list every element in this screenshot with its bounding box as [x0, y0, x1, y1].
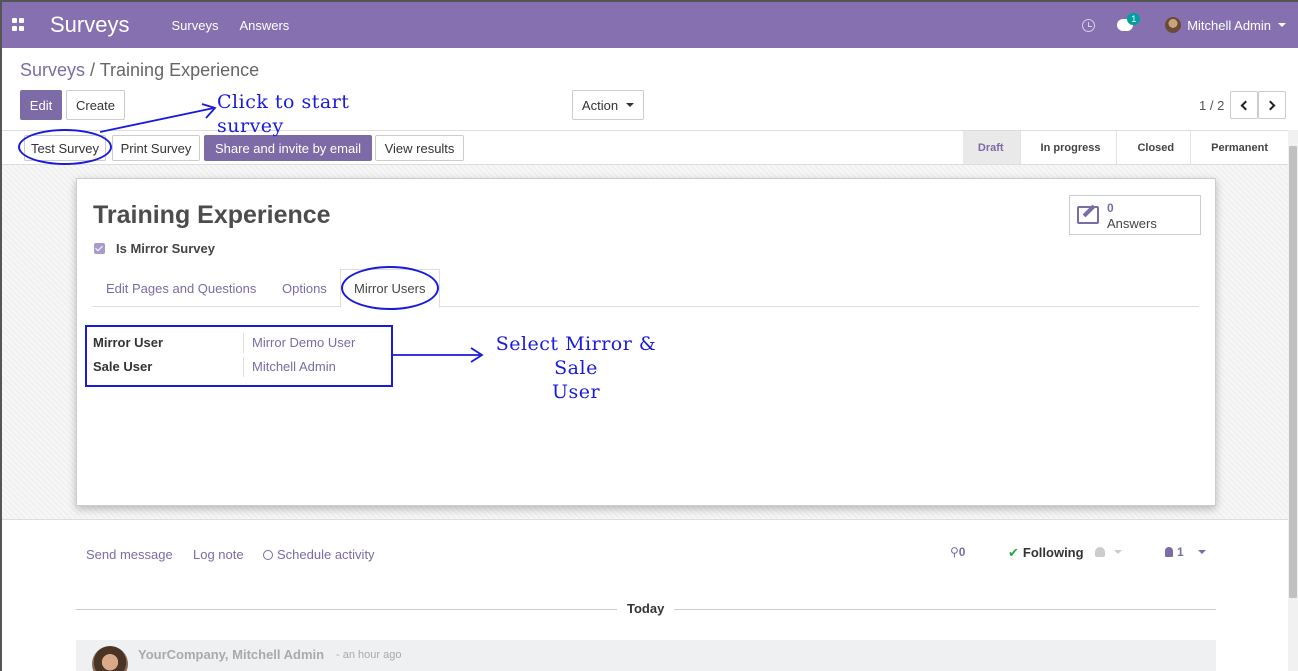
attachments-count: 0 [958, 545, 966, 559]
chat-badge: 1 [1127, 13, 1141, 25]
stage-in-progress[interactable]: In progress [1019, 131, 1117, 164]
menu-surveys[interactable]: Surveys [171, 18, 218, 33]
stage-closed[interactable]: Closed [1116, 131, 1190, 164]
paperclip-icon: ⚲ [950, 545, 959, 559]
annotation-rect-fields [85, 325, 393, 387]
mirror-survey-checkbox[interactable] [94, 243, 105, 254]
answers-stat-button[interactable]: 0 Answers [1069, 195, 1201, 235]
apps-menu-icon[interactable] [12, 18, 26, 32]
breadcrumb-current: Training Experience [99, 60, 260, 80]
following-button[interactable]: ✔ Following [1008, 545, 1084, 561]
breadcrumb-separator: / [85, 60, 100, 80]
navbar-systray: 1 Mitchell Admin [1082, 2, 1286, 48]
person-icon [1165, 547, 1173, 557]
print-survey-button[interactable]: Print Survey [112, 135, 200, 161]
arrow-head-start [201, 103, 217, 119]
stage-draft[interactable]: Draft [962, 131, 1020, 164]
followers-button[interactable]: 1 [1165, 545, 1184, 559]
user-avatar[interactable] [1165, 17, 1182, 33]
followers-count: 1 [1177, 545, 1184, 559]
breadcrumb: Surveys / Training Experience [20, 60, 259, 81]
subscription-caret-icon[interactable] [1114, 550, 1122, 554]
main-menu: Surveys Answers [171, 18, 310, 33]
view-results-button[interactable]: View results [375, 135, 464, 161]
following-label: Following [1022, 545, 1084, 560]
message-item: YourCompany, Mitchell Admin - an hour ag… [76, 640, 1216, 671]
annotation-start-survey: Click to start survey [217, 91, 350, 137]
clock-icon [263, 550, 273, 560]
edit-button[interactable]: Edit [20, 90, 62, 120]
action-caret-icon [626, 103, 635, 107]
message-time: - an hour ago [336, 649, 402, 661]
top-navbar: Surveys Surveys Answers 1 Mitchell Admin [2, 0, 1298, 48]
pager-previous-button[interactable] [1230, 91, 1258, 119]
app-title: Surveys [50, 12, 130, 37]
check-icon: ✔ [1008, 545, 1019, 560]
pager-next-button[interactable] [1258, 91, 1286, 119]
tab-edit-pages[interactable]: Edit Pages and Questions [93, 269, 269, 307]
schedule-activity-label: Schedule activity [277, 547, 375, 562]
edit-pencil-icon [1077, 206, 1099, 224]
mirror-survey-label: Is Mirror Survey [116, 241, 215, 256]
followers-caret-icon[interactable] [1198, 550, 1206, 554]
action-label: Action [581, 97, 619, 113]
author-avatar[interactable] [92, 646, 128, 671]
pager-value[interactable]: 1 / 2 [1199, 98, 1224, 113]
tab-options[interactable]: Options [269, 269, 340, 307]
message-author[interactable]: YourCompany, Mitchell Admin [138, 647, 324, 662]
scrollbar-thumb[interactable] [1289, 146, 1297, 598]
attachments-button[interactable]: ⚲0 [950, 545, 965, 559]
survey-title: Training Experience [93, 201, 331, 229]
annotation-select-users: Select Mirror & Sale User [484, 332, 668, 404]
log-note-link[interactable]: Log note [193, 547, 244, 562]
user-caret-icon[interactable] [1278, 23, 1286, 27]
schedule-activity-link[interactable]: Schedule activity [263, 547, 375, 562]
share-invite-button[interactable]: Share and invite by email [204, 135, 372, 161]
chevron-left-icon [1240, 100, 1251, 110]
annotation-select-line2: User [551, 381, 601, 403]
breadcrumb-surveys[interactable]: Surveys [20, 60, 85, 80]
chat-icon[interactable]: 1 [1117, 13, 1141, 31]
chevron-right-icon [1265, 100, 1276, 110]
annotation-ellipse-test-survey [18, 129, 112, 165]
date-separator-label: Today [617, 601, 675, 616]
send-message-link[interactable]: Send message [86, 547, 173, 562]
annotation-select-line1: Select Mirror & Sale [495, 333, 657, 379]
stage-permanent[interactable]: Permanent [1190, 131, 1284, 164]
user-menu[interactable]: Mitchell Admin [1187, 18, 1271, 33]
bell-icon[interactable] [1095, 547, 1105, 557]
answers-count: 0 [1107, 201, 1114, 215]
activity-clock-icon[interactable] [1082, 18, 1096, 32]
stage-pipeline: Draft In progress Closed Permanent [962, 131, 1284, 164]
menu-answers[interactable]: Answers [239, 18, 289, 33]
action-dropdown[interactable]: Action [572, 90, 644, 120]
chatter: Send message Log note Schedule activity … [2, 519, 1288, 671]
annotation-ellipse-mirror-tab [341, 266, 439, 310]
create-button[interactable]: Create [66, 90, 125, 120]
form-tabs: Edit Pages and Questions Options Mirror … [93, 269, 1199, 308]
form-statusbar: Test Survey Print Survey Share and invit… [2, 130, 1298, 165]
answers-label: Answers [1107, 216, 1157, 231]
